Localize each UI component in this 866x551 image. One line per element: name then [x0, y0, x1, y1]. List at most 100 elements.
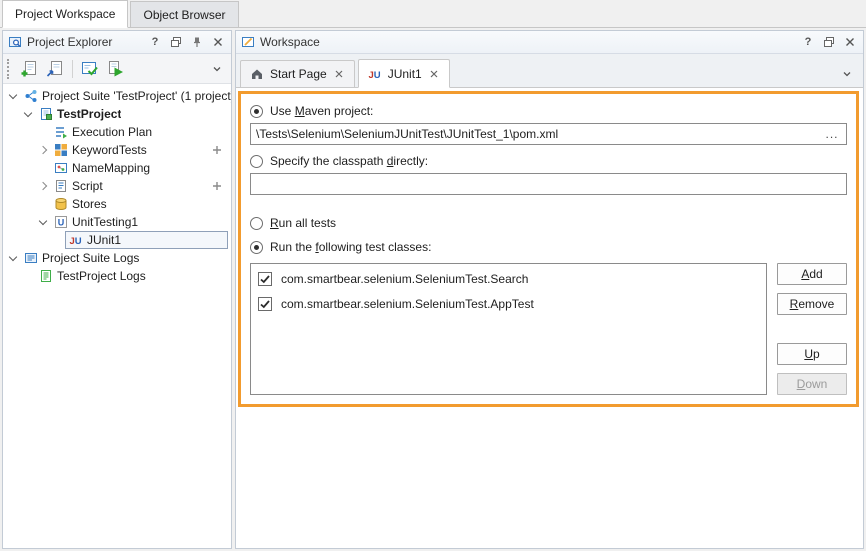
use-maven-label: Use Maven project:: [270, 104, 373, 118]
test-class-row[interactable]: com.smartbear.selenium.SeleniumTest.Sear…: [251, 266, 766, 291]
tree-item-project-suite-logs[interactable]: Project Suite Logs: [3, 249, 231, 267]
expander-spacer: [22, 270, 35, 283]
test-class-list[interactable]: com.smartbear.selenium.SeleniumTest.Sear…: [250, 263, 767, 395]
tree-item-namemapping[interactable]: NameMapping: [3, 159, 231, 177]
up-button[interactable]: Up: [777, 343, 847, 365]
label-part: Run the: [270, 240, 315, 254]
label-part: R: [270, 216, 279, 230]
tree-item-label: KeywordTests: [72, 143, 147, 157]
tree-item-project-suite-testproject-1-project[interactable]: Project Suite 'TestProject' (1 project): [3, 87, 231, 105]
expander-spacer: [37, 162, 50, 175]
run-classes-row[interactable]: Run the following test classes:: [250, 237, 847, 257]
tree-item-label: Execution Plan: [72, 125, 152, 139]
suite-logs-icon: [24, 251, 38, 265]
close-tab-icon[interactable]: [333, 68, 345, 80]
workspace-header: Workspace ?: [236, 31, 863, 54]
run-all-tests-label: Run all tests: [270, 216, 336, 230]
tree-item-content: Project Suite 'TestProject' (1 project): [20, 87, 231, 105]
toolbar-grip[interactable]: [7, 59, 11, 79]
add-item-icon[interactable]: [212, 181, 222, 191]
tab-junit1[interactable]: JU JUnit1: [358, 59, 450, 88]
project-logs-icon: [39, 269, 53, 283]
help-button[interactable]: ?: [800, 34, 816, 50]
button-label-part: emove: [798, 297, 834, 311]
close-tab-icon[interactable]: [428, 68, 440, 80]
tree-item-label: Stores: [72, 197, 107, 211]
label-part: aven project:: [305, 104, 374, 118]
panel-title: Workspace: [260, 35, 795, 49]
use-maven-radio[interactable]: [250, 105, 263, 118]
classpath-radio[interactable]: [250, 155, 263, 168]
stores-icon: [54, 197, 68, 211]
tree-item-junit1[interactable]: JU JUnit1: [3, 231, 231, 249]
tree-item-content: UUnitTesting1: [50, 213, 231, 231]
maven-path-input[interactable]: \Tests\Selenium\SeleniumJUnitTest\JUnitT…: [250, 123, 847, 145]
float-window-icon[interactable]: [821, 34, 837, 50]
document-tab-bar: Start Page JU JUnit1: [236, 54, 863, 88]
close-panel-icon[interactable]: [842, 34, 858, 50]
tree-item-keywordtests[interactable]: KeywordTests: [3, 141, 231, 159]
tree-item-unittesting1[interactable]: UUnitTesting1: [3, 213, 231, 231]
checkbox-checked-icon[interactable]: [258, 272, 272, 286]
tree-item-label: Script: [72, 179, 103, 193]
label-part: Specify the classpath: [270, 154, 387, 168]
expand-arrow-icon[interactable]: [37, 144, 50, 157]
tab-object-browser[interactable]: Object Browser: [130, 1, 238, 27]
add-button[interactable]: Add: [777, 263, 847, 285]
tree-item-stores[interactable]: Stores: [3, 195, 231, 213]
tree-item-content: KeywordTests: [50, 141, 231, 159]
test-class-label: com.smartbear.selenium.SeleniumTest.AppT…: [281, 297, 534, 311]
tree-item-execution-plan[interactable]: Execution Plan: [3, 123, 231, 141]
collapse-arrow-icon[interactable]: [37, 216, 50, 229]
checkbox-checked-icon[interactable]: [258, 297, 272, 311]
expand-arrow-icon[interactable]: [37, 180, 50, 193]
junit-icon: JU: [69, 233, 83, 247]
use-maven-row[interactable]: Use Maven project:: [250, 101, 847, 121]
tab-project-workspace[interactable]: Project Workspace: [2, 0, 128, 28]
pin-icon[interactable]: [189, 34, 205, 50]
label-part: irectly:: [393, 154, 428, 168]
tree-item-testproject-logs[interactable]: TestProject Logs: [3, 267, 231, 285]
test-class-row[interactable]: com.smartbear.selenium.SeleniumTest.AppT…: [251, 291, 766, 316]
tree-item-script[interactable]: Script: [3, 177, 231, 195]
tab-label: Project Workspace: [15, 7, 115, 21]
tree-item-testproject[interactable]: TestProject: [3, 105, 231, 123]
enable-test-items-icon[interactable]: [78, 57, 102, 81]
add-item-icon[interactable]: [212, 145, 222, 155]
svg-text:JU: JU: [70, 236, 82, 247]
browse-button[interactable]: ...: [823, 127, 841, 141]
tree-item-label: Project Suite Logs: [42, 251, 139, 265]
button-label-part: p: [813, 347, 820, 361]
tree-item-label: JUnit1: [87, 233, 121, 247]
button-label-part: own: [805, 377, 827, 391]
tree-item-label: TestProject Logs: [57, 269, 146, 283]
classpath-row[interactable]: Specify the classpath directly:: [250, 151, 847, 171]
collapse-arrow-icon[interactable]: [22, 108, 35, 121]
run-test-classes-radio[interactable]: [250, 241, 263, 254]
list-buttons: AddRemoveUpDown: [777, 263, 847, 395]
tab-list-icon[interactable]: [840, 67, 854, 81]
remove-button[interactable]: Remove: [777, 293, 847, 315]
run-all-tests-radio[interactable]: [250, 217, 263, 230]
run-all-row[interactable]: Run all tests: [250, 213, 847, 233]
project-suite-icon: [24, 89, 38, 103]
classpath-input[interactable]: [250, 173, 847, 195]
collapse-arrow-icon[interactable]: [7, 252, 20, 265]
toolbar-overflow-icon[interactable]: [209, 59, 225, 79]
label-part: M: [295, 104, 305, 118]
run-project-suite-icon[interactable]: [104, 57, 128, 81]
add-existing-project-icon[interactable]: [43, 57, 67, 81]
workspace-icon: [241, 35, 255, 49]
tree-item-label: Project Suite 'TestProject' (1 project): [42, 89, 231, 103]
help-button[interactable]: ?: [147, 34, 163, 50]
label-part: un all tests: [279, 216, 336, 230]
tree-item-content: Project Suite Logs: [20, 249, 231, 267]
collapse-arrow-icon[interactable]: [7, 90, 20, 103]
close-panel-icon[interactable]: [210, 34, 226, 50]
project-explorer-header: Project Explorer ?: [3, 31, 231, 54]
float-window-icon[interactable]: [168, 34, 184, 50]
junit-editor: Use Maven project: \Tests\Selenium\Selen…: [236, 88, 863, 548]
add-new-project-icon[interactable]: [17, 57, 41, 81]
tab-start-page[interactable]: Start Page: [240, 60, 355, 87]
button-label-part: dd: [809, 267, 822, 281]
